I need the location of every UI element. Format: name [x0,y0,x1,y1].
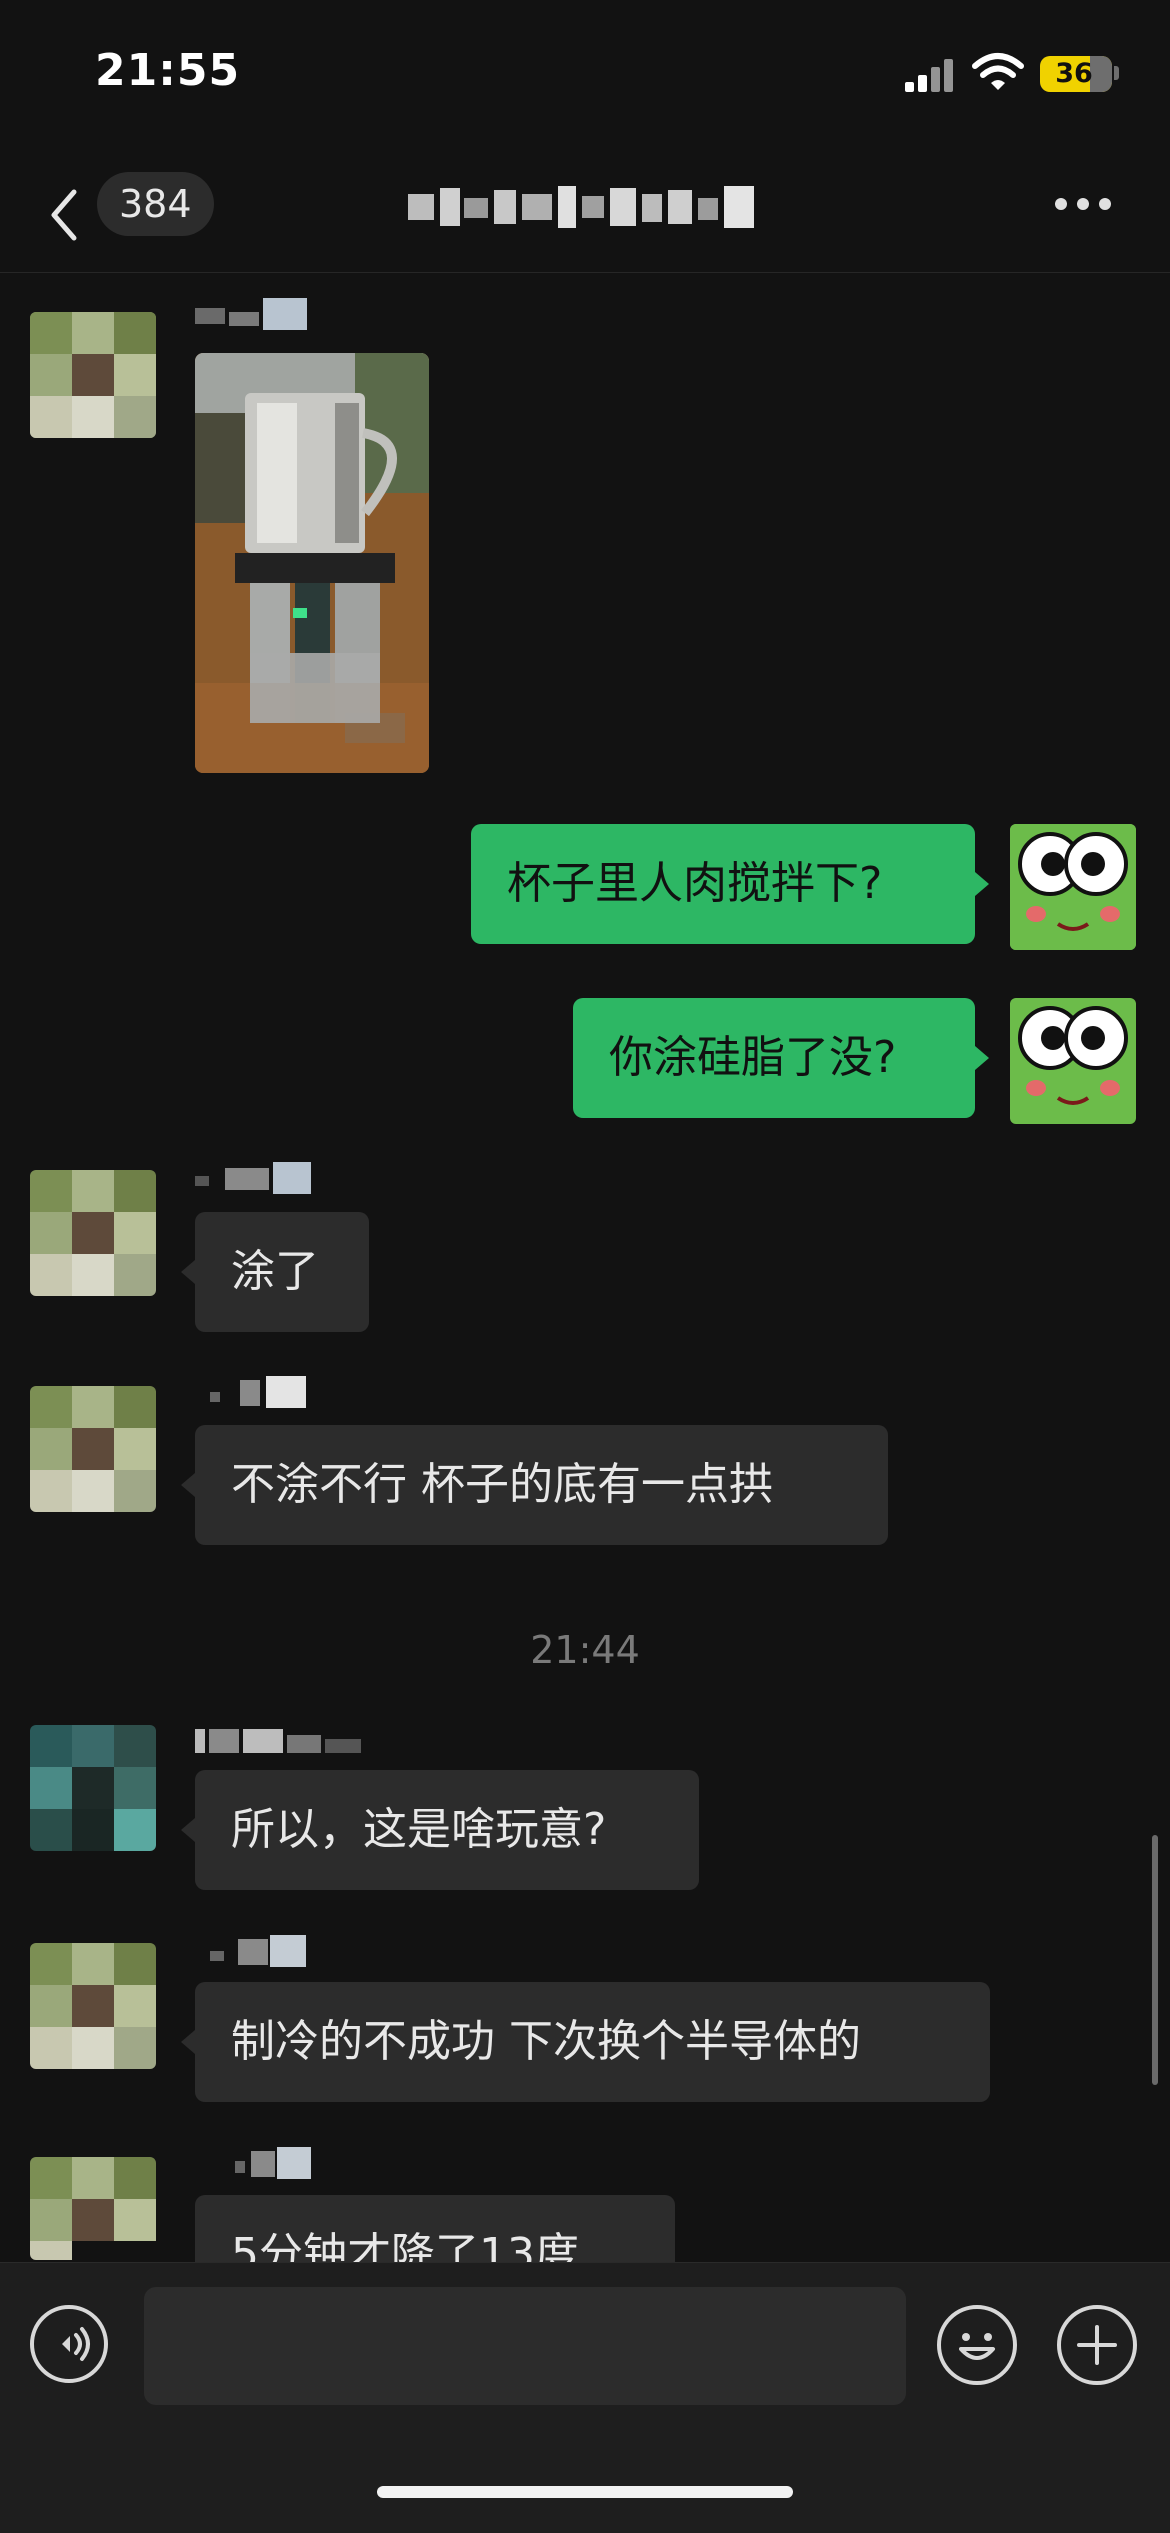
cellular-signal-icon [905,58,957,92]
incoming-message[interactable]: 涂了 [181,1212,369,1332]
avatar-sender-a[interactable] [30,1386,156,1512]
chat-title-redacted[interactable] [400,180,770,234]
battery-tip [1114,66,1119,80]
avatar-sender-a[interactable] [30,312,156,438]
sender-name-redacted [210,1376,306,1408]
emoji-icon[interactable] [937,2305,1017,2385]
chat-header: 384 [0,160,1170,273]
avatar-self-frog[interactable] [1010,998,1136,1124]
partial-message-clip: 5分钟才降了13度 [195,2195,675,2262]
more-dots-icon[interactable] [1055,198,1111,212]
photo-content [195,353,429,773]
battery-level: 36 [1055,58,1093,89]
scrollbar[interactable] [1152,1835,1158,2085]
avatar-self-frog[interactable] [1010,824,1136,950]
wifi-icon [972,53,1024,90]
incoming-message[interactable]: 不涂不行 杯子的底有一点拱 [181,1425,888,1545]
avatar-sender-b[interactable] [30,1725,156,1851]
status-time: 21:55 [95,45,241,96]
status-bar: 21:55 36 [0,0,1170,150]
avatar-sender-a[interactable] [30,2157,156,2260]
sender-name-redacted [195,1729,361,1753]
chevron-left-icon[interactable] [42,180,92,250]
voice-icon[interactable] [30,2305,108,2383]
sender-name-redacted [210,1935,306,1967]
incoming-message[interactable]: 制冷的不成功 下次换个半导体的 [181,1982,990,2102]
incoming-message[interactable]: 所以，这是啥玩意? [181,1770,699,1890]
sender-name-redacted [235,2147,311,2179]
outgoing-message[interactable]: 杯子里人肉搅拌下? [471,824,989,944]
sender-name-redacted [195,298,307,330]
message-timestamp: 21:44 [530,1628,640,1672]
message-input[interactable] [144,2287,906,2405]
home-indicator[interactable] [377,2486,793,2498]
avatar-sender-a[interactable] [30,1170,156,1296]
incoming-message[interactable]: 5分钟才降了13度 [195,2195,675,2262]
unread-count-badge[interactable]: 384 [97,172,214,236]
message-image[interactable] [195,353,429,773]
battery-icon: 36 [1040,56,1112,92]
sender-name-redacted [195,1162,311,1194]
outgoing-message[interactable]: 你涂硅脂了没? [573,998,989,1118]
plus-icon[interactable] [1057,2305,1137,2385]
avatar-sender-a[interactable] [30,1943,156,2069]
